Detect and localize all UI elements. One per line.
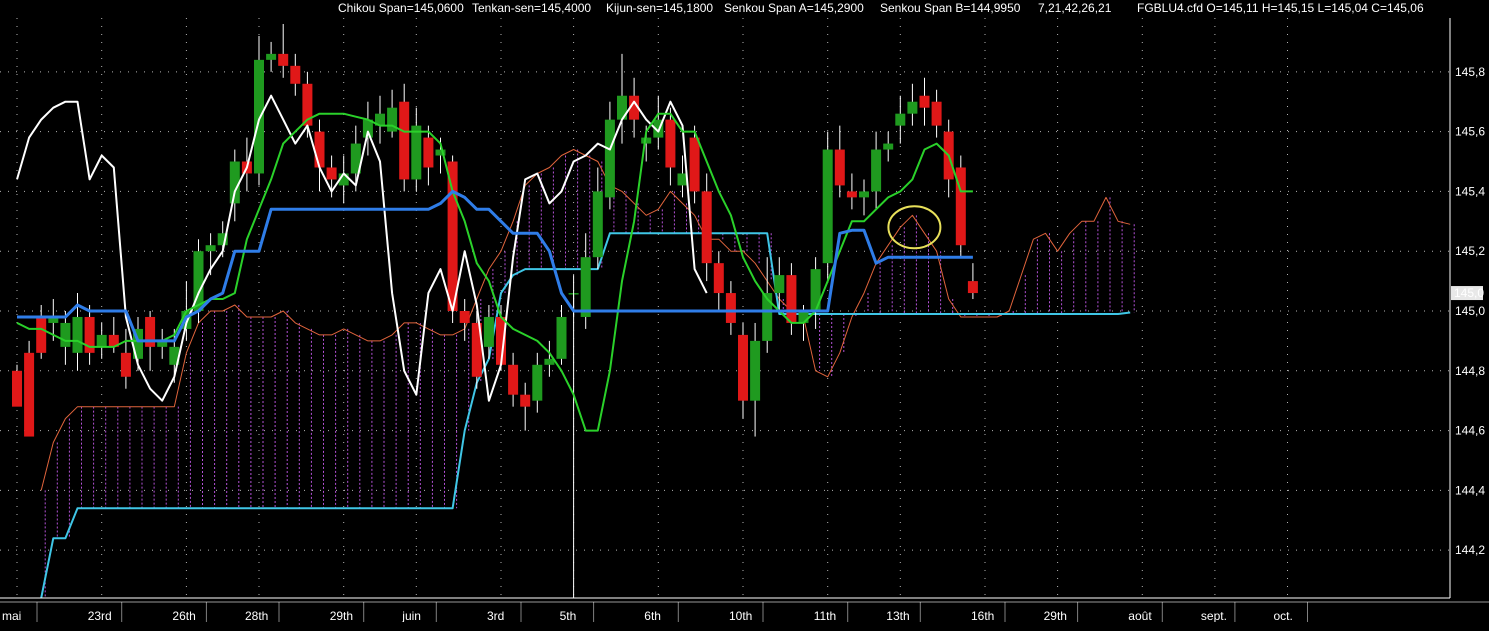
candle-body — [520, 394, 531, 407]
candle-body — [701, 191, 712, 264]
candle-body — [447, 161, 458, 311]
x-tick-label: 13th — [886, 609, 909, 622]
candle-body — [399, 101, 410, 180]
candle-bear — [955, 155, 966, 258]
candle-body — [859, 191, 869, 198]
y-tick-label: 145,4 — [1455, 184, 1485, 198]
candle-body — [411, 125, 422, 180]
candle-body — [120, 352, 131, 377]
candle-body — [774, 275, 785, 294]
y-tick-label: 144,8 — [1455, 364, 1485, 378]
y-tick-label: 145,8 — [1455, 65, 1485, 79]
candle-body — [96, 334, 107, 347]
status-strip — [0, 622, 1489, 631]
candle-body — [278, 53, 289, 66]
candle-body — [713, 263, 724, 294]
candle-body — [834, 149, 845, 186]
candle-body — [254, 59, 264, 174]
x-tick-label: août — [1128, 609, 1152, 622]
candle-body — [919, 95, 930, 108]
x-tick-label: 23rd — [88, 609, 112, 622]
candle-body — [871, 149, 882, 192]
candle-body — [556, 316, 567, 359]
candle-body — [532, 364, 543, 401]
candle-body — [314, 131, 325, 168]
candle-body — [883, 143, 894, 150]
x-tick-label: 10th — [729, 609, 752, 622]
candle-body — [290, 65, 301, 84]
y-tick-label: 144,2 — [1455, 543, 1485, 557]
x-tick-label: 6th — [644, 609, 661, 622]
candle-body — [459, 310, 470, 323]
candle-body — [12, 370, 22, 407]
candle-body — [580, 257, 591, 317]
ichimoku-chart[interactable]: 144,2 144,4 144,6 144,8 145,0 145,2 145,4 145,6… — [0, 0, 1489, 622]
y-tick-label: 145,0 — [1455, 304, 1485, 318]
candle-body — [24, 352, 35, 437]
last-price-label: 145,0 — [1454, 286, 1484, 300]
candle-body — [36, 316, 47, 353]
candle-body — [822, 149, 833, 264]
candle-body — [907, 101, 918, 114]
candle-body — [967, 281, 978, 294]
candle-bull — [822, 131, 833, 282]
x-tick-label: 11th — [814, 609, 836, 622]
y-tick-label: 144,6 — [1455, 424, 1485, 438]
candle-body — [72, 316, 83, 353]
candle-body — [738, 334, 748, 401]
x-tick-label: 29th — [1044, 609, 1067, 622]
x-tick-label: 3rd — [487, 609, 504, 622]
candle-body — [592, 191, 603, 258]
x-tick-label: 5th — [560, 609, 577, 622]
candle-body — [798, 310, 809, 323]
x-tick-label: oct. — [1274, 609, 1293, 622]
x-tick-label: 16th — [971, 609, 994, 622]
plot-area — [0, 18, 1450, 598]
candle-body — [665, 119, 676, 168]
candle-body — [508, 364, 519, 395]
candle-body — [205, 245, 216, 252]
candle-body — [483, 316, 494, 347]
candle-body — [689, 137, 700, 192]
x-tick-label: sept. — [1201, 609, 1227, 622]
candle-body — [846, 191, 857, 198]
candle-body — [895, 113, 906, 126]
candle-body — [725, 293, 736, 323]
candle-body — [266, 53, 277, 60]
candle-body — [931, 101, 942, 126]
candle-body — [786, 275, 797, 323]
y-tick-label: 144,4 — [1455, 483, 1485, 497]
x-tick-label: juin — [401, 609, 421, 622]
candle-body — [604, 119, 615, 198]
x-tick-label: mai — [2, 609, 21, 622]
x-tick-label: 26th — [172, 609, 195, 622]
candle-body — [750, 340, 761, 401]
y-tick-label: 145,2 — [1455, 244, 1485, 258]
candle-body — [423, 137, 434, 168]
y-tick-label: 145,6 — [1455, 125, 1485, 139]
x-tick-label: 29th — [330, 609, 353, 622]
candle-bear — [12, 364, 22, 407]
candle-body — [60, 322, 71, 347]
x-tick-label: 28th — [245, 609, 268, 622]
candle-body — [326, 167, 337, 180]
candle-bear — [24, 340, 35, 437]
